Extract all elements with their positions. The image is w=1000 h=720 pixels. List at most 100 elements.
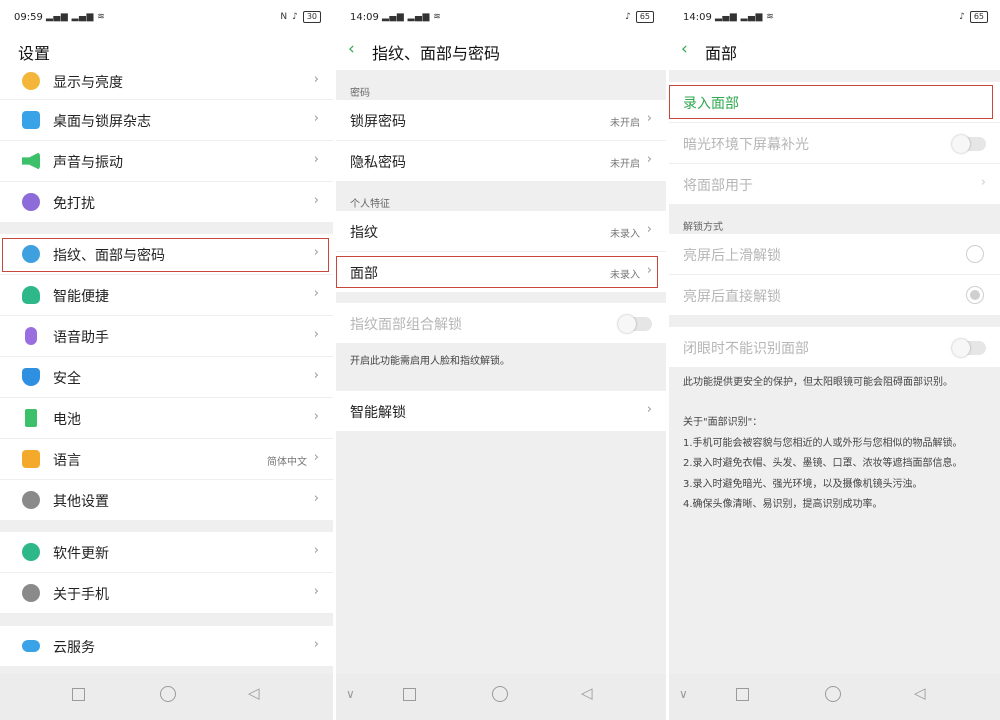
- direct-unlock-radio[interactable]: [966, 286, 984, 304]
- recents-button[interactable]: [403, 688, 416, 701]
- settings-item-language[interactable]: 语言 简体中文 ›: [0, 439, 333, 480]
- highlight-box: [2, 238, 329, 272]
- settings-item-cloud[interactable]: 云服务 ›: [0, 626, 333, 667]
- recents-button[interactable]: [72, 688, 85, 701]
- swipe-unlock-radio[interactable]: [966, 245, 984, 263]
- chevron-right-icon: ›: [646, 111, 652, 126]
- settings-item-label: 显示与亮度: [53, 75, 123, 91]
- about-line: 2.录入时避免衣帽、头发、墨镜、口罩、浓妆等遮挡面部信息。: [683, 458, 963, 469]
- use-face-for-row[interactable]: 将面部用于 ›: [669, 164, 1000, 205]
- page-header: 设置: [0, 34, 333, 70]
- home-button[interactable]: [160, 686, 176, 702]
- sunglasses-note: 此功能提供更安全的保护，但太阳眼镜可能会阻碍面部识别。: [683, 377, 953, 388]
- chevron-right-icon: ›: [313, 409, 319, 424]
- fingerprint-row[interactable]: 指纹 未录入 ›: [336, 211, 666, 252]
- settings-item-other[interactable]: 其他设置 ›: [0, 480, 333, 521]
- chevron-right-icon: ›: [646, 222, 652, 237]
- bell-off-icon: ♪: [625, 12, 631, 22]
- section-label-unlock: 解锁方式: [683, 222, 723, 233]
- settings-item-label: 其他设置: [53, 494, 109, 510]
- about-line: 4.确保头像清晰、易识别，提高识别成功率。: [683, 499, 883, 510]
- settings-item-label: 云服务: [53, 640, 95, 656]
- back-arrow-icon[interactable]: ‹: [348, 39, 355, 59]
- settings-item-label: 声音与振动: [53, 155, 123, 171]
- signal-icon: ▂▄▆ ▂▄▆ ≋: [382, 12, 442, 22]
- privacy-password-row[interactable]: 隐私密码 未开启 ›: [336, 141, 666, 182]
- settings-item-smart[interactable]: 智能便捷 ›: [0, 275, 333, 316]
- section-label-password: 密码: [350, 88, 370, 99]
- settings-item-label: 智能便捷: [53, 289, 109, 305]
- dark-fill-toggle[interactable]: [952, 135, 986, 153]
- back-arrow-icon[interactable]: ‹: [681, 39, 688, 59]
- combo-unlock-toggle[interactable]: [618, 315, 652, 333]
- face-screen: 14:09 ▂▄▆ ▂▄▆ ≋ ♪ 65 ‹ 面部 录入面部 暗光环境下屏幕补光…: [669, 0, 1000, 720]
- back-button[interactable]: ◁: [914, 685, 926, 702]
- status-time: 14:09: [350, 12, 379, 23]
- battery-indicator: 30: [302, 11, 321, 23]
- status-time: 14:09: [683, 12, 712, 23]
- shield-icon: [22, 368, 40, 386]
- row-label: 亮屏后上滑解锁: [683, 248, 781, 264]
- combo-unlock-note: 开启此功能需启用人脸和指纹解锁。: [350, 356, 510, 367]
- cloud-icon: [22, 640, 40, 652]
- about-line: 3.录入时避免暗光、强光环境，以及摄像机镜头污浊。: [683, 479, 923, 490]
- navigation-bar: ∨ ◁: [669, 674, 1000, 720]
- settings-item-label: 语音助手: [53, 330, 109, 346]
- row-label: 隐私密码: [350, 155, 406, 171]
- highlight-box: [669, 85, 993, 119]
- navigation-bar: ∨ ◁: [336, 674, 666, 720]
- section-label-personal: 个人特征: [350, 199, 390, 210]
- info-icon: [22, 584, 40, 602]
- about-line: 1.手机可能会被容貌与您相近的人或外形与您相似的物品解锁。: [683, 438, 963, 449]
- settings-item-dnd[interactable]: 免打扰 ›: [0, 182, 333, 223]
- home-button[interactable]: [825, 686, 841, 702]
- combo-unlock-row[interactable]: 指纹面部组合解锁: [336, 303, 666, 344]
- chevron-down-icon[interactable]: ∨: [679, 686, 688, 703]
- chevron-right-icon: ›: [313, 543, 319, 558]
- signal-icon: ▂▄▆ ▂▄▆ ≋: [715, 12, 775, 22]
- settings-item-battery[interactable]: 电池 ›: [0, 398, 333, 439]
- settings-item-security[interactable]: 安全 ›: [0, 357, 333, 398]
- eyes-closed-toggle[interactable]: [952, 339, 986, 357]
- moon-icon: [22, 193, 40, 211]
- back-button[interactable]: ◁: [581, 685, 593, 702]
- settings-item-label: 免打扰: [53, 196, 95, 212]
- chevron-right-icon: ›: [313, 450, 319, 465]
- settings-item-wallpaper[interactable]: 桌面与锁屏杂志 ›: [0, 100, 333, 141]
- row-value: 未录入: [610, 229, 640, 240]
- settings-item-label: 语言: [53, 453, 81, 469]
- home-button[interactable]: [492, 686, 508, 702]
- direct-unlock-row[interactable]: 亮屏后直接解锁: [669, 275, 1000, 316]
- settings-item-label: 关于手机: [53, 587, 109, 603]
- status-right: ♪ 65: [959, 11, 988, 23]
- row-value: 未开启: [610, 118, 640, 129]
- dark-fill-light-row[interactable]: 暗光环境下屏幕补光: [669, 123, 1000, 164]
- settings-item-label: 安全: [53, 371, 81, 387]
- recents-button[interactable]: [736, 688, 749, 701]
- update-icon: [22, 543, 40, 561]
- chevron-right-icon: ›: [313, 637, 319, 652]
- chevron-right-icon: ›: [313, 193, 319, 208]
- wallpaper-icon: [22, 111, 40, 129]
- status-bar: 14:09 ▂▄▆ ▂▄▆ ≋ ♪ 65: [669, 0, 1000, 34]
- three-phone-screens: 09:59 ▂▄▆ ▂▄▆ ≋ N ♪ 30 设置 显示与亮度 › 桌面与锁屏杂…: [0, 0, 1000, 720]
- eyes-closed-row[interactable]: 闭眼时不能识别面部: [669, 327, 1000, 368]
- status-right: N ♪ 30: [280, 11, 321, 23]
- page-title: 面部: [705, 44, 738, 63]
- smart-unlock-row[interactable]: 智能解锁 ›: [336, 391, 666, 432]
- row-label: 亮屏后直接解锁: [683, 289, 781, 305]
- chevron-down-icon[interactable]: ∨: [346, 686, 355, 703]
- settings-item-software-update[interactable]: 软件更新 ›: [0, 532, 333, 573]
- lock-screen-password-row[interactable]: 锁屏密码 未开启 ›: [336, 100, 666, 141]
- settings-item-sound[interactable]: 声音与振动 ›: [0, 141, 333, 182]
- row-label: 闭眼时不能识别面部: [683, 341, 809, 357]
- chevron-right-icon: ›: [313, 368, 319, 383]
- settings-item-about[interactable]: 关于手机 ›: [0, 573, 333, 614]
- settings-item-display[interactable]: 显示与亮度 ›: [0, 70, 333, 100]
- swipe-unlock-row[interactable]: 亮屏后上滑解锁: [669, 234, 1000, 275]
- page-header: ‹ 面部: [669, 34, 1000, 70]
- settings-item-voice-assistant[interactable]: 语音助手 ›: [0, 316, 333, 357]
- about-face-title: 关于"面部识别"：: [683, 417, 763, 428]
- back-button[interactable]: ◁: [248, 685, 260, 702]
- chevron-right-icon: ›: [313, 111, 319, 126]
